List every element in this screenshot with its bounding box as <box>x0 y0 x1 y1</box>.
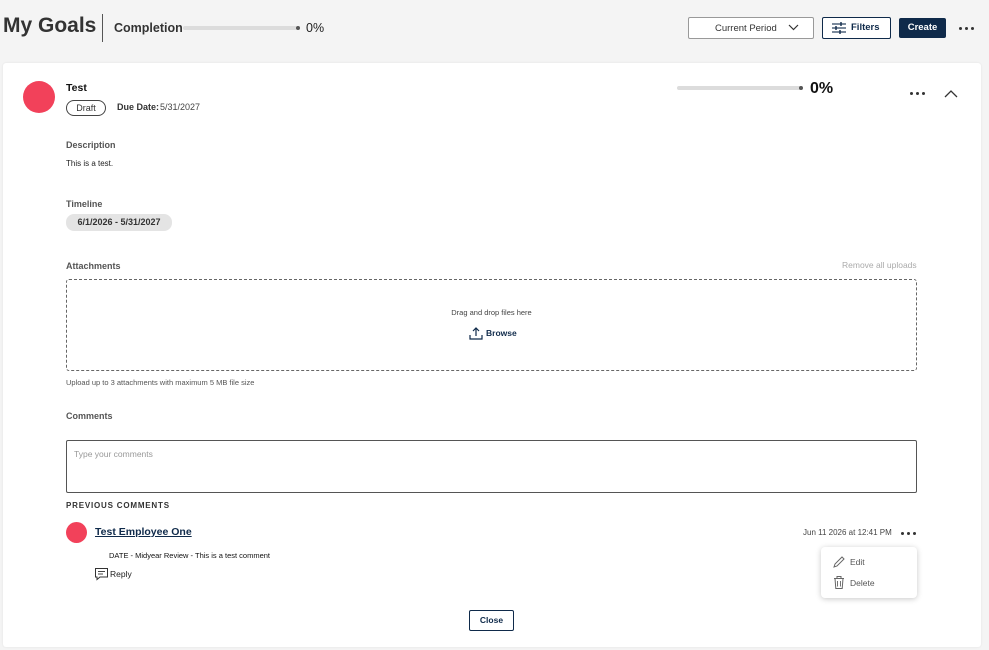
reply-label: Reply <box>110 569 132 579</box>
comment-icon <box>95 568 108 581</box>
menu-item-edit[interactable]: Edit <box>832 555 865 569</box>
timeline-label: Timeline <box>66 199 103 209</box>
description-text: This is a test. <box>66 159 114 168</box>
attachment-dropzone[interactable]: Drag and drop files here Browse <box>66 279 917 371</box>
goal-more-icon[interactable] <box>910 92 925 95</box>
period-select[interactable]: Current Period <box>688 17 814 39</box>
menu-item-delete[interactable]: Delete <box>832 575 875 590</box>
reply-button[interactable]: Reply <box>94 567 132 581</box>
upload-icon <box>469 327 483 340</box>
description-label: Description <box>66 140 116 150</box>
commenter-name-link[interactable]: Test Employee One <box>95 526 192 538</box>
upload-hint: Upload up to 3 attachments with maximum … <box>66 378 255 387</box>
overall-progress-bar <box>183 26 297 30</box>
filters-button-label: Filters <box>851 22 880 33</box>
previous-comments-heading: PREVIOUS COMMENTS <box>66 501 170 510</box>
goal-progress-percent: 0% <box>810 80 834 97</box>
goal-name: Test <box>66 82 87 94</box>
overall-completion-percent: 0% <box>306 21 325 35</box>
trash-icon <box>834 576 844 589</box>
comment-text: DATE - Midyear Review - This is a test c… <box>109 551 271 560</box>
completion-label: Completion <box>114 21 183 35</box>
sliders-icon <box>832 22 846 34</box>
menu-item-delete-label: Delete <box>850 577 875 588</box>
remove-all-uploads-link[interactable]: Remove all uploads <box>842 260 917 270</box>
goal-avatar <box>23 81 55 113</box>
close-button[interactable]: Close <box>469 610 514 631</box>
comments-label: Comments <box>66 411 113 421</box>
due-date-label: Due Date: <box>117 102 160 112</box>
chevron-down-icon <box>788 24 799 31</box>
goal-progress-end-marker <box>799 86 803 90</box>
page-header: My Goals Completion 0% Current Period Fi… <box>0 0 989 58</box>
title-divider <box>102 14 103 42</box>
chevron-up-icon[interactable] <box>944 89 958 98</box>
comment-input[interactable] <box>66 440 917 493</box>
commenter-avatar <box>66 522 87 543</box>
due-date-value: 5/31/2027 <box>160 102 201 112</box>
browse-button[interactable]: Browse <box>469 326 517 340</box>
filters-button[interactable]: Filters <box>822 17 891 39</box>
timeline-chip: 6/1/2026 - 5/31/2027 <box>66 214 172 231</box>
create-button[interactable]: Create <box>899 18 946 38</box>
goal-progress-bar <box>677 86 801 90</box>
browse-label: Browse <box>486 328 517 338</box>
attachments-label: Attachments <box>66 261 121 271</box>
menu-item-edit-label: Edit <box>850 557 865 567</box>
pencil-icon <box>833 556 845 568</box>
dropzone-text: Drag and drop files here <box>451 308 532 317</box>
comment-timestamp: Jun 11 2026 at 12:41 PM <box>803 528 892 537</box>
comment-more-icon[interactable] <box>901 532 916 535</box>
overall-progress-end-marker <box>296 26 300 30</box>
page-title: My Goals <box>3 14 97 37</box>
status-badge: Draft <box>66 100 106 116</box>
page-more-icon[interactable] <box>959 27 974 30</box>
comment-action-menu: Edit Delete <box>821 547 917 598</box>
period-select-value: Current Period <box>715 23 777 34</box>
